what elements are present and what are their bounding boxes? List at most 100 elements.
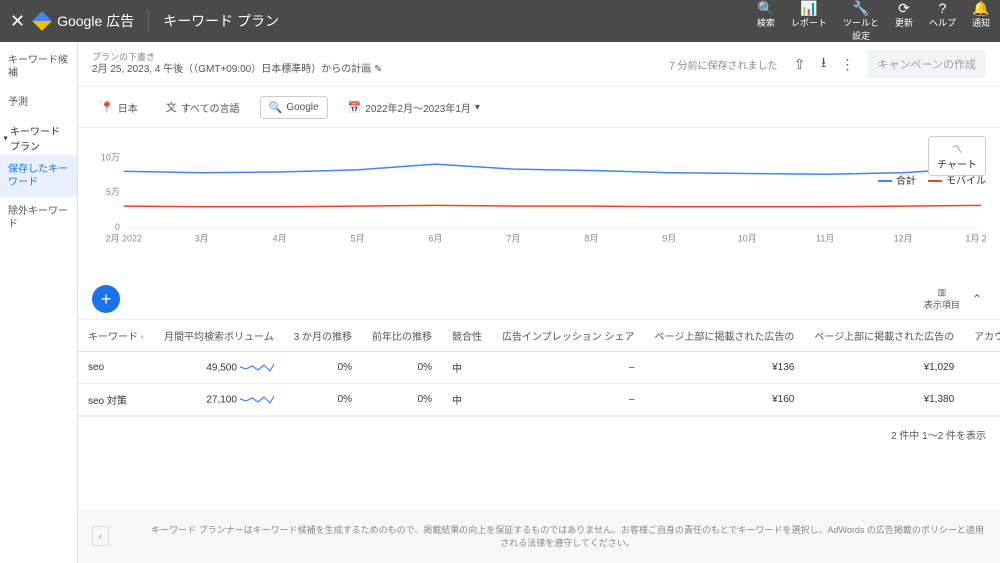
x-tick: 11月 — [816, 234, 834, 244]
share-icon[interactable]: ⇧ — [788, 52, 812, 76]
columns-icon: ▥ — [938, 287, 947, 298]
divider — [148, 10, 149, 32]
cell-keyword: seo 対策 — [78, 384, 154, 416]
columns-toggle[interactable]: ▥表示項目 — [924, 287, 960, 311]
refresh-action[interactable]: ⟳更新 — [895, 0, 913, 42]
reports-action[interactable]: 📊レポート — [791, 0, 827, 42]
more-icon[interactable]: ⋮ — [836, 52, 860, 76]
sidebar-item-candidates[interactable]: キーワード候補 — [0, 46, 77, 88]
cell-account-status — [964, 384, 1000, 416]
plan-info: プランの下書き 2月 25, 2023, 4 午後（（GMT+09:00）日本標… — [92, 51, 669, 78]
network-filter[interactable]: 🔍Google — [260, 96, 328, 119]
add-keyword-button[interactable]: + — [92, 285, 120, 313]
legend-total-swatch — [878, 180, 892, 182]
sidebar-item-saved[interactable]: 保存したキーワード — [0, 155, 77, 197]
x-tick: 8月 — [584, 234, 598, 244]
cell-yoy: 0% — [362, 384, 442, 416]
chart-btn-label: チャート — [937, 156, 977, 171]
tools-action[interactable]: 🔧ツールと 設定 — [843, 0, 879, 42]
plan-draft-label: プランの下書き — [92, 51, 669, 64]
language-value: すべての言語 — [181, 100, 240, 115]
col-yoy[interactable]: 前年比の推移 — [362, 320, 442, 352]
date-range-value: 2022年2月〜2023年1月 — [365, 100, 471, 115]
col-avg-volume[interactable]: 月間平均検索ボリューム — [154, 320, 284, 352]
col-account-status[interactable]: アカウントのステータス — [964, 320, 1000, 352]
legend-mobile-swatch — [928, 180, 942, 182]
x-tick: 12月 — [894, 234, 913, 244]
language-filter[interactable]: 文すべての言語 — [158, 95, 248, 119]
col-3month[interactable]: 3 か月の推移 — [284, 320, 362, 352]
cell-yoy: 0% — [362, 352, 442, 384]
create-campaign-button[interactable]: キャンペーンの作成 — [868, 50, 986, 78]
footer-disclaimer: キーワード プランナーはキーワード候補を生成するためのもので、掲載結果の向上を保… — [149, 523, 986, 549]
x-tick: 3月 — [195, 234, 209, 244]
sidebar-item-negative[interactable]: 除外キーワード — [0, 197, 77, 239]
columns-label: 表示項目 — [924, 298, 960, 311]
cell-3month: 0% — [284, 352, 362, 384]
table-row[interactable]: seo49,500 0%0%中–¥136¥1,029 — [78, 352, 1000, 384]
search-action[interactable]: 🔍検索 — [757, 0, 775, 42]
chevron-down-icon: ▾ — [475, 102, 480, 113]
search-icon: 🔍 — [757, 0, 774, 16]
col-imp-share[interactable]: 広告インプレッション シェア — [492, 320, 644, 352]
sidebar-item-forecast[interactable]: 予測 — [0, 88, 77, 117]
sparkline-icon — [240, 362, 274, 374]
notif-action[interactable]: 🔔通知 — [972, 0, 990, 42]
help-label: ヘルプ — [929, 16, 956, 29]
location-filter[interactable]: 📍日本 — [92, 96, 146, 119]
cell-imp-share: – — [492, 352, 644, 384]
date-range-filter[interactable]: 📅2022年2月〜2023年1月 ▾ — [340, 96, 488, 119]
table-row[interactable]: seo 対策27,100 0%0%中–¥160¥1,380 — [78, 384, 1000, 416]
help-action[interactable]: ?ヘルプ — [929, 0, 956, 42]
cell-3month: 0% — [284, 384, 362, 416]
autosave-text: 7 分前に保存されました — [669, 57, 777, 72]
close-icon[interactable]: ✕ — [10, 11, 25, 32]
sidebar-group-plan[interactable]: キーワード プラン — [0, 117, 77, 155]
cell-bid-high: ¥1,029 — [804, 352, 964, 384]
col-bid-low[interactable]: ページ上部に掲載された広告の — [645, 320, 805, 352]
x-tick: 10月 — [738, 234, 757, 244]
sparkline-icon — [240, 394, 274, 406]
google-ads-logo-icon — [32, 11, 52, 31]
x-tick: 7月 — [506, 234, 520, 244]
bell-icon: 🔔 — [972, 0, 989, 16]
location-icon: 📍 — [100, 101, 114, 114]
x-tick: 6月 — [429, 234, 443, 244]
cell-bid-low: ¥160 — [645, 384, 805, 416]
left-sidebar: キーワード候補 予測 キーワード プラン 保存したキーワード 除外キーワード — [0, 42, 78, 563]
collapse-panel-button[interactable]: ‹ — [92, 526, 109, 546]
table-footer: 2 件中 1〜2 件を表示 — [78, 416, 1000, 452]
cell-avg-volume: 27,100 — [154, 384, 284, 416]
col-keyword[interactable]: キーワード↑ — [78, 320, 154, 352]
x-tick: 5月 — [351, 234, 365, 244]
network-value: Google — [286, 102, 318, 113]
expand-button[interactable]: ⌃ — [968, 288, 986, 310]
chart-area: 〽チャート 合計 モバイル 10万 5万 0 2月 20223月4月5月6月7月… — [78, 128, 1000, 279]
language-icon: 文 — [166, 99, 177, 115]
cell-bid-low: ¥136 — [645, 352, 805, 384]
cell-competition: 中 — [442, 352, 492, 384]
keywords-table: キーワード↑ 月間平均検索ボリューム 3 か月の推移 前年比の推移 競合性 広告… — [78, 320, 1000, 416]
series-mobile-line — [124, 205, 981, 206]
col-bid-high[interactable]: ページ上部に掲載された広告の — [804, 320, 964, 352]
plan-header: プランの下書き 2月 25, 2023, 4 午後（（GMT+09:00）日本標… — [78, 42, 1000, 87]
table-area: + ▥表示項目 ⌃ キーワード↑ 月間平均検索ボリューム 3 か月の推移 前年比… — [78, 279, 1000, 509]
cell-avg-volume: 49,500 — [154, 352, 284, 384]
y-tick-1: 5万 — [106, 187, 120, 197]
brand-label: Google 広告 — [57, 11, 134, 31]
series-total-line — [124, 164, 981, 174]
chart-toggle-button[interactable]: 〽チャート — [928, 136, 986, 176]
refresh-icon: ⟳ — [898, 0, 910, 16]
edit-icon[interactable]: ✎ — [374, 64, 382, 75]
tools-label: ツールと 設定 — [843, 16, 879, 42]
y-tick-0: 10万 — [101, 152, 120, 162]
table-action-bar: + ▥表示項目 ⌃ — [78, 279, 1000, 320]
download-icon[interactable]: ⭳ — [812, 52, 836, 76]
chart-line-icon: 〽 — [952, 141, 962, 156]
cell-account-status — [964, 352, 1000, 384]
calendar-icon: 📅 — [348, 101, 362, 114]
sort-asc-icon: ↑ — [140, 333, 144, 342]
col-competition[interactable]: 競合性 — [442, 320, 492, 352]
page-title: キーワード プラン — [163, 11, 757, 31]
cell-bid-high: ¥1,380 — [804, 384, 964, 416]
